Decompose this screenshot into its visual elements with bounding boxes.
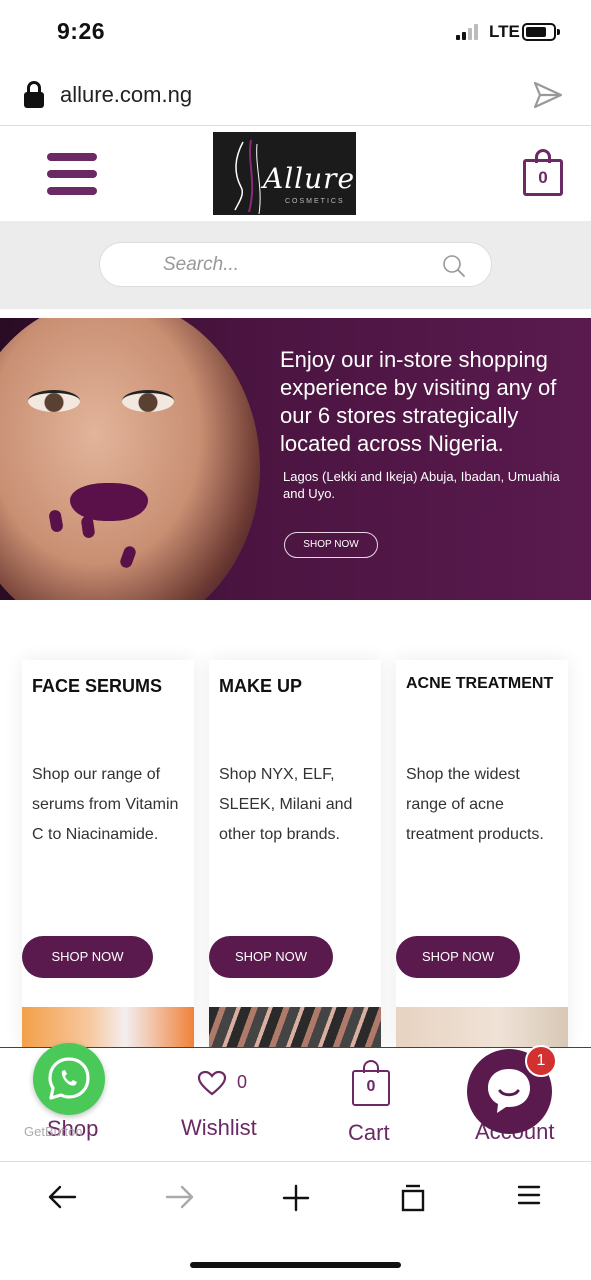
card-desc: Shop NYX, ELF, SLEEK, Milani and other t… xyxy=(219,766,353,843)
search-icon[interactable] xyxy=(442,254,466,278)
heart-icon[interactable] xyxy=(197,1070,227,1096)
serum-image xyxy=(22,1007,194,1048)
logo-subtext: COSMETICS xyxy=(285,198,345,205)
new-tab-icon[interactable] xyxy=(282,1184,310,1212)
logo-text: Allure xyxy=(263,162,356,195)
chat-unread-badge: 1 xyxy=(525,1045,557,1077)
makeup-image xyxy=(209,1007,381,1048)
url-text[interactable]: allure.com.ng xyxy=(60,82,192,108)
search-placeholder: Search... xyxy=(163,254,240,275)
menu-lines-icon[interactable] xyxy=(517,1184,541,1206)
cart-icon[interactable]: 0 xyxy=(352,1060,390,1106)
hero-headline: Enjoy our in-store shopping experience b… xyxy=(280,347,557,456)
search-input[interactable]: Search... xyxy=(99,242,492,287)
header-cart-count: 0 xyxy=(523,159,563,196)
logo[interactable]: Allure COSMETICS xyxy=(213,132,356,215)
battery-icon xyxy=(522,23,560,41)
whatsapp-button[interactable] xyxy=(33,1043,105,1115)
bottom-cart-count: 0 xyxy=(352,1070,390,1106)
home-indicator xyxy=(190,1262,401,1268)
status-time: 9:26 xyxy=(57,18,106,44)
category-cards: FACE SERUMS Shop our range of serums fro… xyxy=(0,660,591,1048)
card-title: MAKE UP xyxy=(219,676,303,696)
make-up-shop-button[interactable]: SHOP NOW xyxy=(209,936,333,978)
cart-tab[interactable]: Cart xyxy=(348,1120,390,1146)
card-title: FACE SERUMS xyxy=(32,676,163,696)
share-icon[interactable] xyxy=(532,80,564,110)
address-bar[interactable]: allure.com.ng xyxy=(0,64,591,126)
search-band: Search... xyxy=(0,221,591,309)
card-title: ACNE TREATMENT xyxy=(406,675,554,692)
tabs-icon[interactable] xyxy=(401,1184,425,1212)
back-icon[interactable] xyxy=(47,1184,77,1210)
card-desc: Shop the widest range of acne treatment … xyxy=(406,766,544,843)
forward-icon[interactable] xyxy=(165,1184,195,1210)
card-face-serums: FACE SERUMS Shop our range of serums fro… xyxy=(22,660,194,1048)
card-acne-treatment: ACNE TREATMENT Shop the widest range of … xyxy=(396,660,568,1048)
wishlist-tab[interactable]: Wishlist xyxy=(181,1115,257,1141)
cart-bag-icon[interactable]: 0 xyxy=(523,149,563,197)
menu-icon[interactable] xyxy=(47,153,97,195)
whatsapp-icon xyxy=(48,1057,90,1100)
hero-banner: Enjoy our in-store shopping experience b… xyxy=(0,318,591,600)
lock-icon xyxy=(24,81,44,109)
hero-shop-now-button[interactable]: SHOP NOW xyxy=(284,532,378,558)
getbutton-label[interactable]: GetButton xyxy=(24,1124,83,1139)
hero-subtext: Lagos (Lekki and Ikeja) Abuja, Ibadan, U… xyxy=(283,469,560,501)
site-header: Allure COSMETICS 0 xyxy=(0,127,591,221)
status-bar: 9:26 LTE xyxy=(0,0,591,64)
face-serums-shop-button[interactable]: SHOP NOW xyxy=(22,936,153,978)
card-desc: Shop our range of serums from Vitamin C … xyxy=(32,766,179,843)
acne-shop-button[interactable]: SHOP NOW xyxy=(396,936,520,978)
signal-icon xyxy=(456,24,482,40)
acne-image xyxy=(396,1007,568,1048)
card-make-up: MAKE UP Shop NYX, ELF, SLEEK, Milani and… xyxy=(209,660,381,1048)
wishlist-count: 0 xyxy=(237,1072,248,1092)
chat-button[interactable]: 1 xyxy=(467,1045,557,1134)
lips-image xyxy=(70,483,148,521)
network-label: LTE xyxy=(489,22,520,41)
